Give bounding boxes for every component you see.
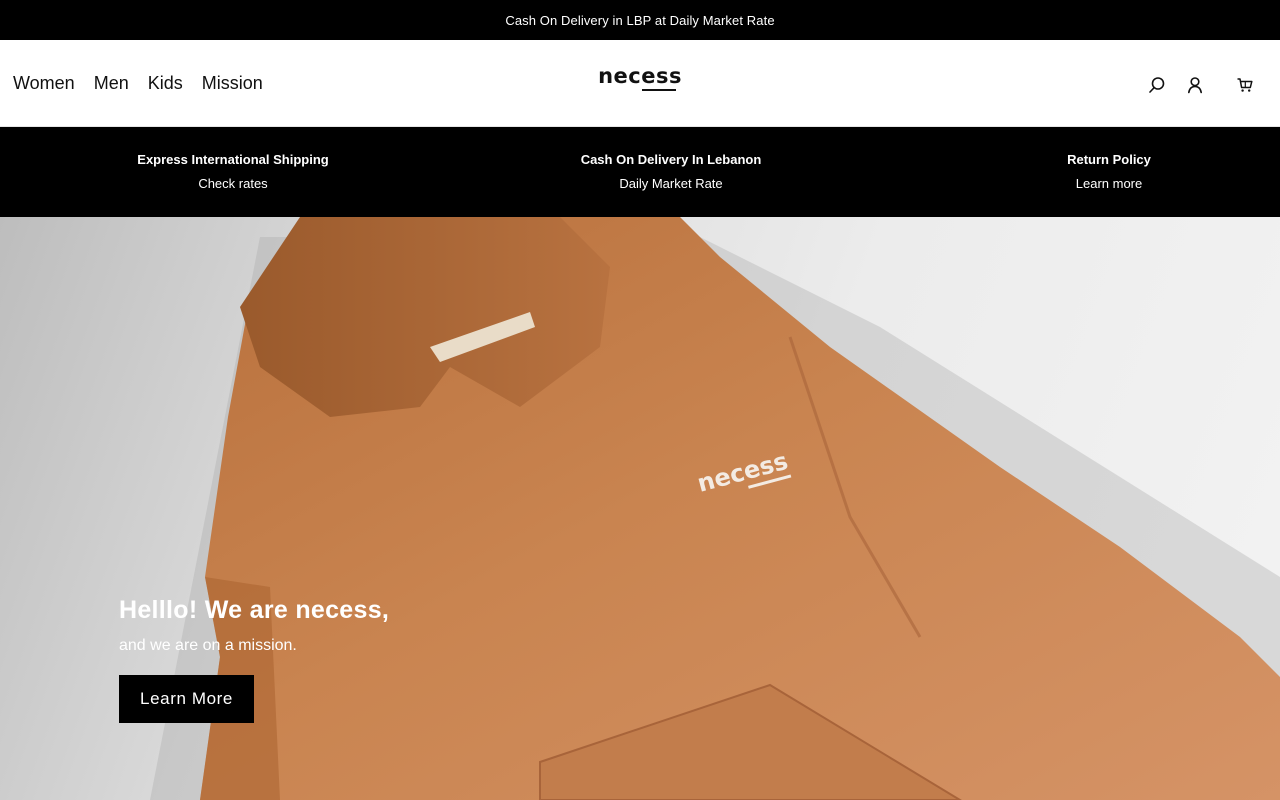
cart-icon[interactable]: [1234, 74, 1256, 96]
site-logo[interactable]: necess: [598, 66, 681, 96]
announcement-text: Cash On Delivery in LBP at Daily Market …: [505, 12, 775, 28]
logo-underline: [642, 89, 676, 91]
account-icon[interactable]: [1184, 74, 1206, 96]
learn-more-button[interactable]: Learn More: [119, 675, 254, 723]
feature-title: Return Policy: [1067, 152, 1151, 167]
features-bar: Express International Shipping Check rat…: [0, 127, 1280, 217]
nav-mission[interactable]: Mission: [202, 71, 263, 95]
nav-men[interactable]: Men: [94, 71, 129, 95]
search-icon[interactable]: [1146, 74, 1168, 96]
hero-title: Helllo! We are necess,: [119, 596, 390, 624]
site-header: Women Men Kids Mission necess: [0, 40, 1280, 127]
feature-title: Cash On Delivery In Lebanon: [580, 152, 762, 167]
feature-title: Express International Shipping: [137, 152, 329, 167]
feature-shipping: Express International Shipping Check rat…: [83, 151, 383, 193]
announcement-bar: Cash On Delivery in LBP at Daily Market …: [0, 0, 1280, 40]
feature-cod: Cash On Delivery In Lebanon Daily Market…: [521, 151, 821, 193]
nav-women[interactable]: Women: [13, 71, 75, 95]
hero-subtitle: and we are on a mission.: [119, 637, 297, 654]
feature-link-market-rate[interactable]: Daily Market Rate: [521, 175, 821, 193]
hero-banner: necess Helllo! We are necess, and we are…: [0, 217, 1280, 800]
feature-returns: Return Policy Learn more: [959, 151, 1259, 193]
nav-kids[interactable]: Kids: [148, 71, 183, 95]
logo-text: necess: [598, 64, 682, 88]
feature-link-check-rates[interactable]: Check rates: [83, 175, 383, 193]
main-nav: Women Men Kids Mission: [13, 71, 263, 95]
feature-link-learn-more[interactable]: Learn more: [959, 175, 1259, 193]
